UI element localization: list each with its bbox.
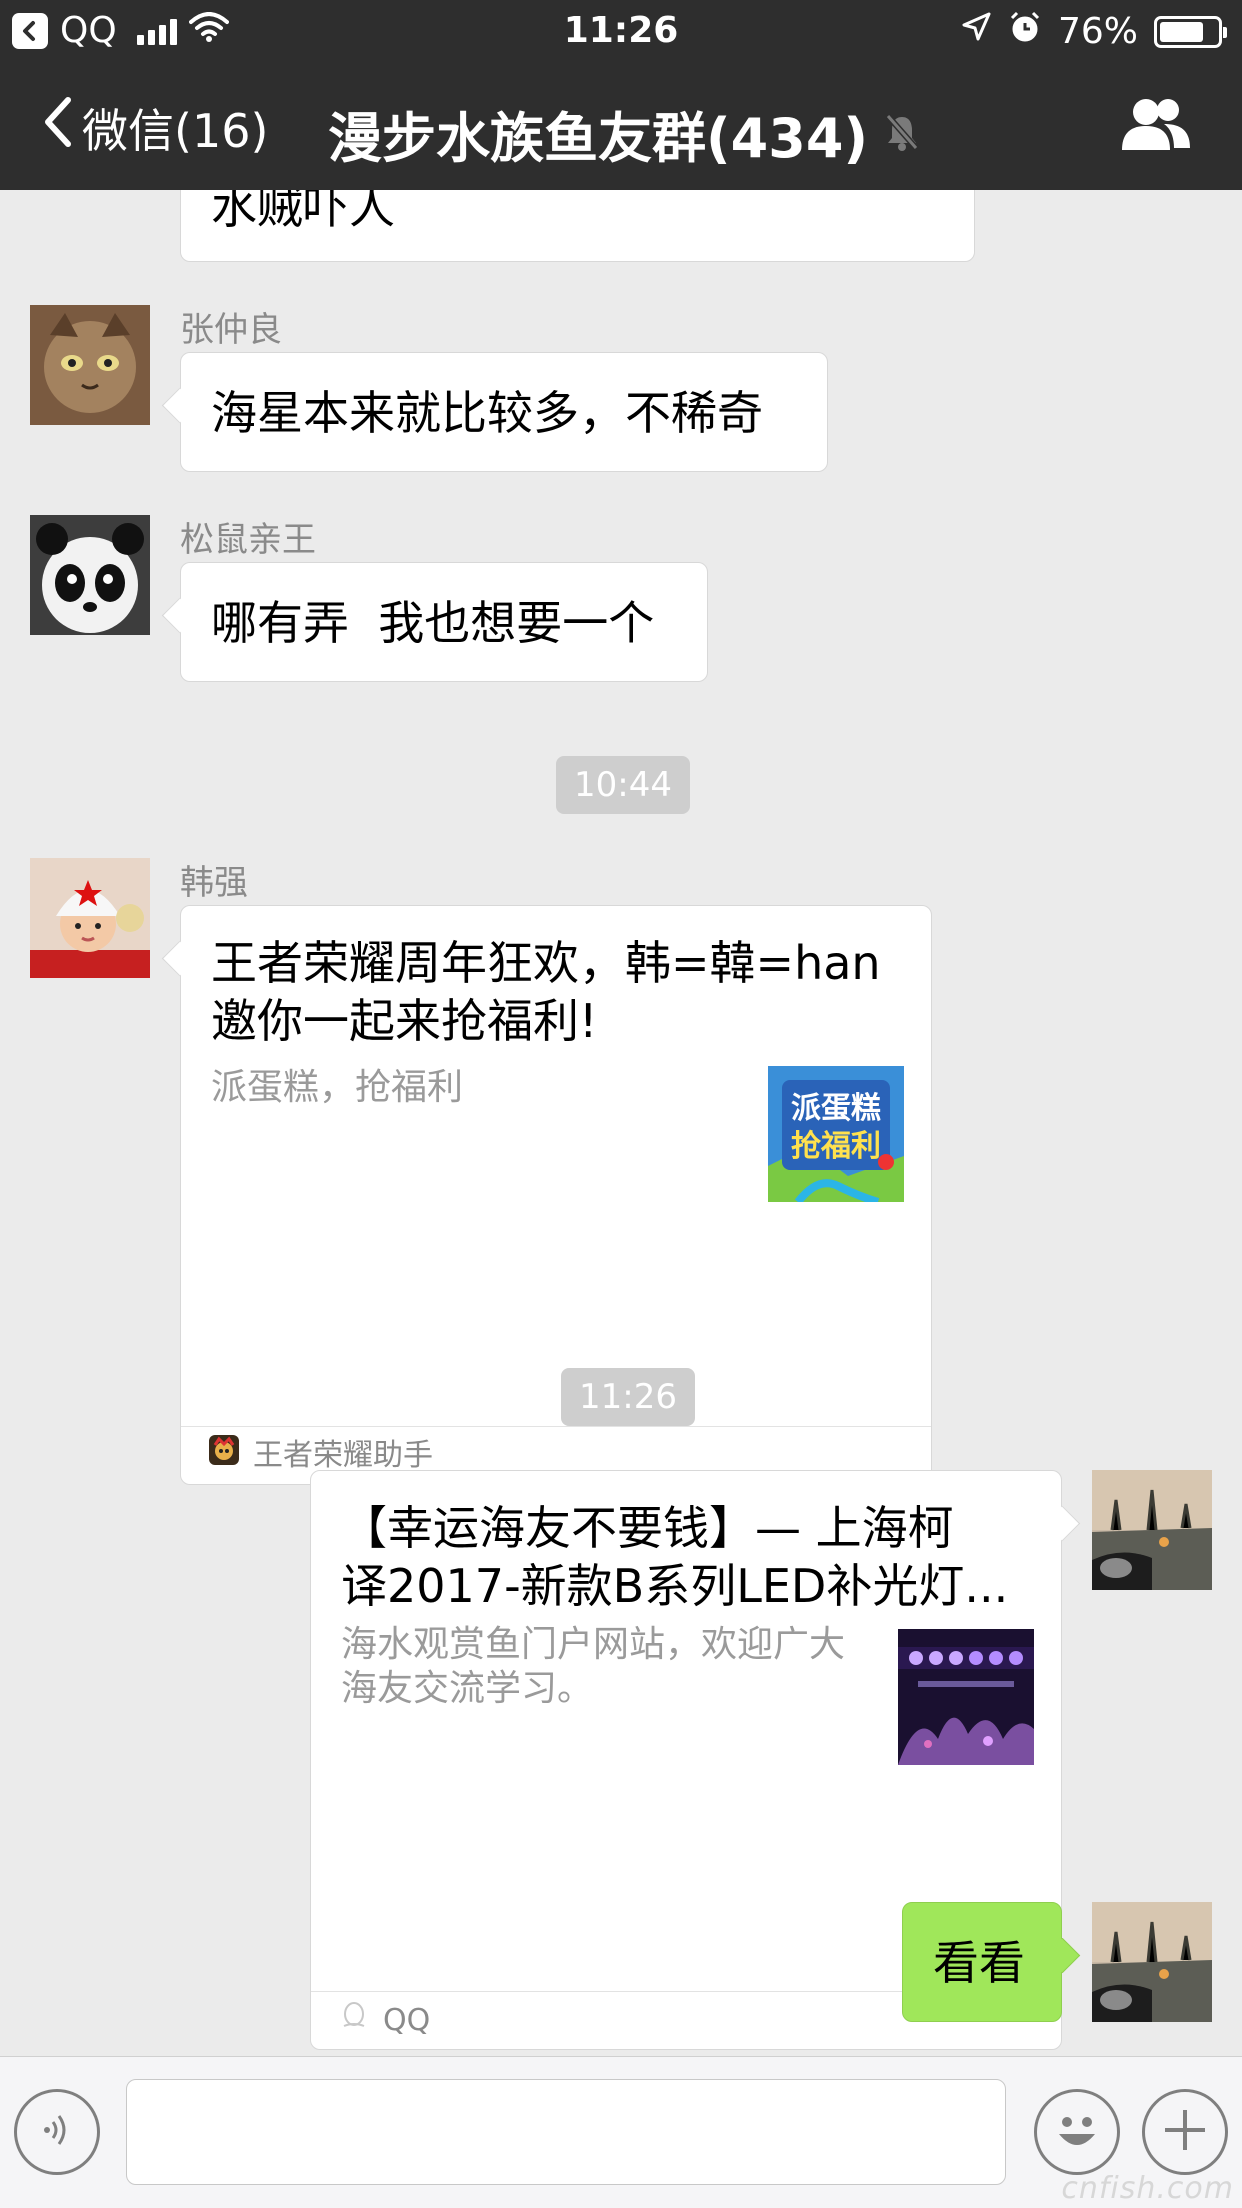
voice-button[interactable] bbox=[14, 2089, 100, 2175]
plus-icon bbox=[1159, 2104, 1211, 2160]
sender-name: 松鼠亲王 bbox=[180, 520, 316, 560]
thumb-text: 抢福利 bbox=[791, 1129, 881, 1164]
message-bubble-partial[interactable]: 水贼吓人 bbox=[180, 190, 975, 262]
avatar[interactable] bbox=[30, 515, 150, 635]
card-title-line: 王者荣耀周年狂欢，韩=韓=han bbox=[211, 936, 881, 990]
navigation-bar: 微信(16) 漫步水族鱼友群(434) bbox=[0, 60, 1242, 190]
sender-name: 张仲良 bbox=[180, 310, 282, 350]
status-bar: QQ 11:26 76% bbox=[0, 0, 1242, 60]
mute-icon bbox=[884, 102, 920, 165]
chat-title: 漫步水族鱼友群(434) bbox=[328, 94, 920, 173]
card-description: 派蛋糕，抢福利 bbox=[211, 1067, 464, 1108]
group-members-button[interactable] bbox=[1120, 96, 1192, 156]
card-thumbnail bbox=[898, 1629, 1034, 1765]
emoji-button[interactable] bbox=[1034, 2089, 1120, 2175]
timestamp: 11:26 bbox=[561, 1368, 695, 1426]
voice-icon bbox=[35, 2108, 79, 2156]
card-title: 【幸运海友不要钱】— 上海柯 译2017-新款B系列LED补光灯... bbox=[341, 1499, 1008, 1615]
my-message-bubble[interactable]: 看看 bbox=[902, 1902, 1062, 2022]
more-button[interactable] bbox=[1142, 2089, 1228, 2175]
qq-icon bbox=[339, 1991, 369, 2051]
battery-icon bbox=[1154, 15, 1227, 48]
avatar[interactable] bbox=[30, 858, 150, 978]
my-avatar[interactable] bbox=[1092, 1902, 1212, 2022]
group-name: 漫步水族鱼友群(434) bbox=[328, 107, 869, 170]
message-text: 哪有弄 我也想要一个 bbox=[211, 596, 655, 650]
location-icon bbox=[960, 11, 992, 52]
battery-percent: 76% bbox=[1057, 11, 1138, 52]
message-text: 海星本来就比较多，不稀奇 bbox=[211, 386, 763, 440]
sender-name: 韩强 bbox=[180, 863, 248, 903]
card-description-line: 海友交流学习。 bbox=[341, 1668, 594, 1709]
group-members-icon bbox=[1120, 99, 1192, 156]
chat-message-list[interactable]: 水贼吓人 张仲良 海星本来就比较多，不稀奇 松鼠亲王 哪有弄 我也想要一个 10… bbox=[0, 190, 1242, 2056]
card-title-line: 译2017-新款B系列LED补光灯... bbox=[341, 1559, 1009, 1613]
message-input[interactable] bbox=[126, 2079, 1006, 2185]
my-avatar[interactable] bbox=[1092, 1470, 1212, 1590]
watermark: cnfish.com bbox=[1061, 2171, 1234, 2206]
back-label: 微信(16) bbox=[82, 103, 269, 158]
shared-link-card[interactable]: 王者荣耀周年狂欢，韩=韓=han 邀你一起来抢福利! 派蛋糕，抢福利 派蛋糕 抢福… bbox=[180, 905, 932, 1485]
game-app-icon bbox=[209, 1426, 239, 1486]
card-description-line: 海水观赏鱼门户网站，欢迎广大 bbox=[341, 1624, 846, 1665]
message-text: 看看 bbox=[933, 1936, 1025, 1990]
card-description: 海水观赏鱼门户网站，欢迎广大 海友交流学习。 bbox=[341, 1623, 845, 1711]
card-title: 王者荣耀周年狂欢，韩=韓=han 邀你一起来抢福利! bbox=[211, 934, 881, 1050]
emoji-icon bbox=[1047, 2100, 1107, 2164]
avatar[interactable] bbox=[30, 305, 150, 425]
card-thumbnail: 派蛋糕 抢福利 bbox=[768, 1066, 904, 1202]
message-text: 水贼吓人 bbox=[211, 190, 395, 234]
thumb-text: 派蛋糕 bbox=[791, 1091, 881, 1126]
card-title-line: 邀你一起来抢福利! bbox=[211, 994, 598, 1048]
back-button[interactable]: 微信(16) bbox=[40, 94, 268, 161]
input-toolbar: cnfish.com bbox=[0, 2056, 1242, 2208]
card-title-line: 【幸运海友不要钱】— 上海柯 bbox=[341, 1501, 954, 1555]
message-bubble[interactable]: 哪有弄 我也想要一个 bbox=[180, 562, 708, 682]
timestamp: 10:44 bbox=[556, 756, 690, 814]
message-bubble[interactable]: 海星本来就比较多，不稀奇 bbox=[180, 352, 828, 472]
back-chevron-icon bbox=[40, 94, 76, 161]
alarm-icon bbox=[1008, 10, 1042, 53]
card-source-label: QQ bbox=[383, 2002, 431, 2038]
